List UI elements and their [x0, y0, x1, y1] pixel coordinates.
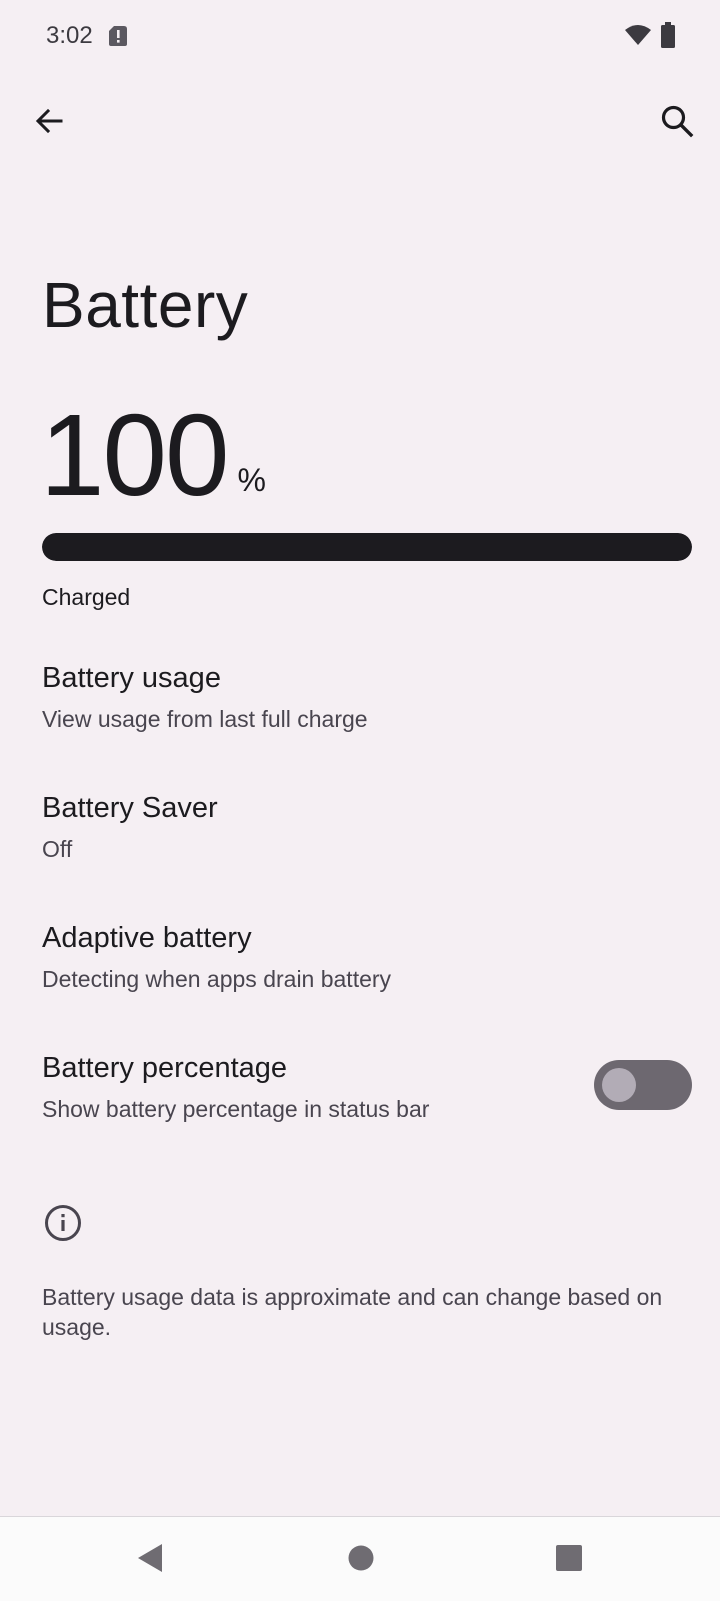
battery-percentage-toggle[interactable] [594, 1060, 692, 1110]
pref-title: Battery Saver [42, 792, 218, 824]
search-icon [661, 105, 694, 138]
battery-level: 100 % [40, 390, 266, 520]
pref-title: Adaptive battery [42, 922, 252, 954]
navigation-bar [0, 1516, 720, 1601]
pref-summary: View usage from last full charge [42, 706, 368, 732]
battery-level-unit: % [237, 462, 266, 498]
battery-saver-item[interactable]: Battery Saver Off [0, 776, 720, 896]
back-button[interactable] [24, 96, 74, 146]
nav-recents-icon[interactable] [552, 1541, 586, 1575]
battery-level-value: 100 [40, 390, 230, 520]
status-time: 3:02 [46, 22, 93, 49]
nav-back-icon[interactable] [134, 1539, 172, 1577]
battery-meter [42, 533, 692, 561]
battery-icon [661, 22, 675, 48]
pref-summary: Show battery percentage in status bar [42, 1096, 430, 1122]
battery-usage-item[interactable]: Battery usage View usage from last full … [0, 646, 720, 766]
battery-meter-fill [42, 533, 692, 561]
nav-home-icon[interactable] [344, 1541, 378, 1575]
wifi-icon [625, 25, 651, 45]
adaptive-battery-item[interactable]: Adaptive battery Detecting when apps dra… [0, 906, 720, 1026]
pref-summary: Off [42, 836, 73, 862]
status-bar: 3:02 [0, 0, 720, 72]
search-button[interactable] [652, 96, 702, 146]
top-app-bar [0, 80, 720, 160]
pref-summary: Detecting when apps drain battery [42, 966, 392, 992]
sim-alert-icon [109, 26, 127, 46]
charge-status: Charged [42, 584, 131, 610]
info-icon [45, 1205, 81, 1241]
battery-percentage-item[interactable]: Battery percentage Show battery percenta… [0, 1036, 720, 1156]
footer-text: Battery usage data is approximate and ca… [42, 1284, 663, 1340]
toggle-thumb [602, 1068, 636, 1102]
pref-title: Battery usage [42, 662, 221, 694]
pref-title: Battery percentage [42, 1052, 288, 1084]
arrow-left-icon [35, 108, 63, 134]
page-title: Battery [42, 269, 249, 341]
